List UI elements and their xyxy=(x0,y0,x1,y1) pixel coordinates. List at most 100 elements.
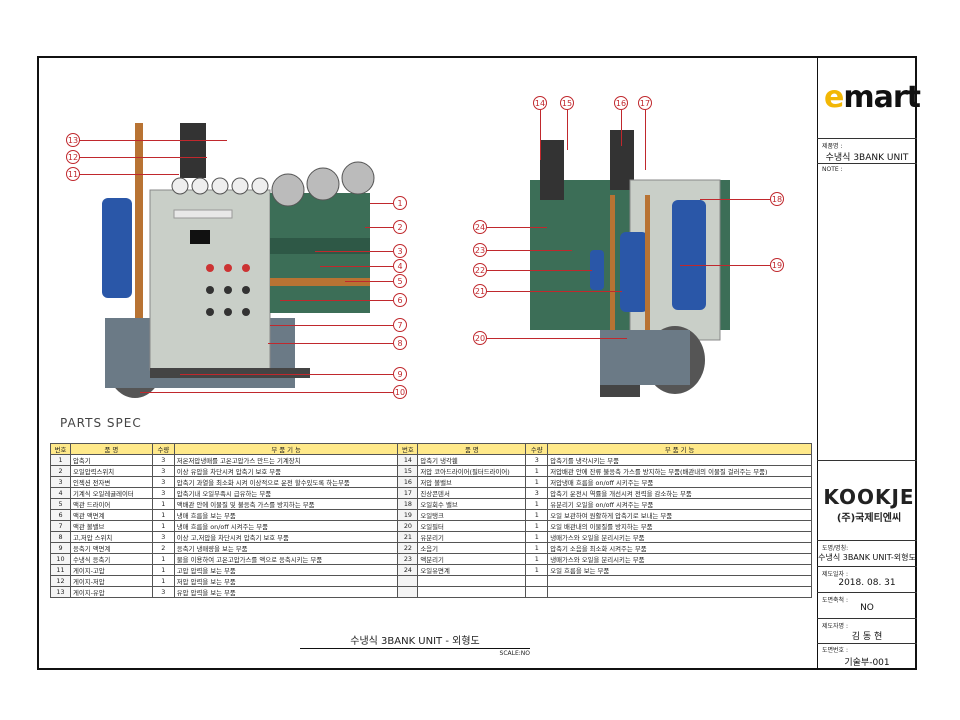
part-qty: 3 xyxy=(151,586,175,598)
part-function: 저온저압냉매를 고온고압가스 만드는 기계장치 xyxy=(173,454,399,466)
drawing-name-label: 도명/명칭: xyxy=(822,545,849,552)
leader-line xyxy=(268,343,393,344)
leader-line xyxy=(345,281,393,282)
leader-line xyxy=(280,300,393,301)
drawing-scale-caption: SCALE:NO xyxy=(499,650,530,657)
part-function: 압축기내 오일부족시 급유하는 부품 xyxy=(173,487,399,499)
part-function: 압축기 운전시 역률을 개선시켜 전력을 감소하는 부품 xyxy=(547,487,812,499)
part-qty: 1 xyxy=(151,553,175,565)
part-no: 6 xyxy=(50,509,71,521)
part-function: 물을 이용하여 고온고압가스를 액으로 응축시키는 부품 xyxy=(173,553,399,565)
table-row: 6 액관 액면계 1 냉매 흐름을 보는 부품 19 오일탱크 1 오일 보관하여 원활하게 … xyxy=(50,509,812,521)
part-function: 유압 압력을 보는 부품 xyxy=(173,586,399,598)
callout-17: 17 xyxy=(638,96,652,110)
part-no: 16 xyxy=(397,476,419,488)
product-name-label: 제품명 : xyxy=(822,143,843,150)
header-qty: 수량 xyxy=(151,443,175,455)
table-row: 8 고,저압 스위치 3 이상 고,저압을 차단시켜 압축기 보호 부품 21 유분리기 1… xyxy=(50,531,812,543)
table-row: 1 압축기 3 저온저압냉매를 고온고압가스 만드는 기계장치 14 압축기 냉각휀 3 압축… xyxy=(50,454,812,466)
part-function: 이상 고,저압을 차단시켜 압축기 보호 부품 xyxy=(173,531,399,543)
table-header-row: 번호 품 명 수량 부 품 기 능 번호 품 명 수량 부 품 기 능 xyxy=(50,443,812,455)
leader-line xyxy=(79,140,227,141)
part-name: 오일탱크 xyxy=(417,509,527,521)
part-function: 응축기 냉매량을 보는 부품 xyxy=(173,542,399,554)
part-name: 압축기 냉각휀 xyxy=(417,454,527,466)
drawing-caption: 수냉식 3BANK UNIT - 외형도 xyxy=(300,632,530,649)
leader-line xyxy=(700,199,770,200)
leader-line xyxy=(487,270,592,271)
leader-line xyxy=(680,265,770,266)
drawing-date: 2018. 08. 31 xyxy=(838,578,896,588)
header-no: 번호 xyxy=(397,443,419,455)
part-name: 기계식 오일레귤레이터 xyxy=(69,487,153,499)
part-name: 액분리기 xyxy=(417,553,527,565)
leader-line xyxy=(79,174,179,175)
part-name: 수냉식 응축기 xyxy=(69,553,153,565)
callout-22: 22 xyxy=(473,263,487,277)
part-function: 오일 흐름을 보는 부품 xyxy=(547,564,812,576)
part-qty: 3 xyxy=(151,531,175,543)
part-qty: 1 xyxy=(525,520,549,532)
part-name: 진상콘덴서 xyxy=(417,487,527,499)
callout-1: 1 xyxy=(393,196,407,210)
kookje-logo: KOOKJE (주)국제티엔씨 xyxy=(823,485,915,524)
part-qty: 3 xyxy=(151,465,175,477)
leader-line xyxy=(315,251,393,252)
callout-4: 4 xyxy=(393,259,407,273)
drawing-number: 기술부-001 xyxy=(844,658,890,668)
part-no: 22 xyxy=(397,542,419,554)
parts-spec-title: PARTS SPEC xyxy=(60,416,142,430)
part-qty: 3 xyxy=(525,454,549,466)
table-row: 4 기계식 오일레귤레이터 3 압축기내 오일부족시 급유하는 부품 17 진상콘덴서 3 압… xyxy=(50,487,812,499)
leader-line xyxy=(370,203,393,204)
leader-line xyxy=(487,291,622,292)
part-qty: 1 xyxy=(525,465,549,477)
table-row: 10 수냉식 응축기 1 물을 이용하여 고온고압가스를 액으로 응축시키는 부품 23… xyxy=(50,553,812,565)
table-row: 3 인젝션 전자변 3 압축기 과열을 최소화 시켜 이상적으로 운전 할수있도록 하… xyxy=(50,476,812,488)
part-name: 저압 코아드라이어(필터드라이어) xyxy=(417,465,527,477)
part-name: 액관 드라이어 xyxy=(69,498,153,510)
drawing-caption-block: 수냉식 3BANK UNIT - 외형도 SCALE:NO xyxy=(300,632,530,657)
part-name xyxy=(417,575,527,587)
part-qty: 1 xyxy=(525,509,549,521)
callout-18: 18 xyxy=(770,192,784,206)
part-qty: 1 xyxy=(525,553,549,565)
part-qty: 1 xyxy=(151,575,175,587)
header-function: 부 품 기 능 xyxy=(547,443,812,455)
part-name: 응축기 액면계 xyxy=(69,542,153,554)
drawing-no-label: 도면번호 : xyxy=(822,647,849,654)
table-row: 9 응축기 액면계 2 응축기 냉매량을 보는 부품 22 소음기 1 압축기 소음을 최소화… xyxy=(50,542,812,554)
callout-12: 12 xyxy=(66,150,80,164)
part-function: 냉매 흐름을 보는 부품 xyxy=(173,509,399,521)
part-function: 액배관 안에 이물질 및 불응축 가스를 방지하는 부품 xyxy=(173,498,399,510)
part-name: 오일필터 xyxy=(417,520,527,532)
part-function: 저압 압력을 보는 부품 xyxy=(173,575,399,587)
part-qty: 1 xyxy=(525,531,549,543)
leader-line xyxy=(365,227,393,228)
part-no: 19 xyxy=(397,509,419,521)
callout-5: 5 xyxy=(393,274,407,288)
part-name: 액관 볼밸브 xyxy=(69,520,153,532)
title-block-divider xyxy=(817,460,917,461)
table-row: 13 게이지-유압 3 유압 압력을 보는 부품 xyxy=(50,586,812,598)
part-no: 11 xyxy=(50,564,71,576)
table-row: 2 오일압력스위치 3 이상 유압을 차단시켜 압축기 보호 부품 15 저압 코아드라이… xyxy=(50,465,812,477)
part-function: 고압 압력을 보는 부품 xyxy=(173,564,399,576)
note-label: NOTE : xyxy=(822,166,843,173)
part-qty: 1 xyxy=(525,564,549,576)
callout-8: 8 xyxy=(393,336,407,350)
callout-9: 9 xyxy=(393,367,407,381)
date-label: 제도일자 : xyxy=(822,571,849,578)
part-no: 1 xyxy=(50,454,71,466)
part-qty: 1 xyxy=(151,564,175,576)
header-name: 품 명 xyxy=(69,443,153,455)
part-function: 저압냉매 흐름을 on/off 시키주는 부품 xyxy=(547,476,812,488)
part-no: 10 xyxy=(50,553,71,565)
part-qty: 1 xyxy=(151,498,175,510)
part-no: 8 xyxy=(50,531,71,543)
callout-11: 11 xyxy=(66,167,80,181)
table-row: 5 액관 드라이어 1 액배관 안에 이물질 및 불응축 가스를 방지하는 부품 18 오… xyxy=(50,498,812,510)
part-name: 게이지-저압 xyxy=(69,575,153,587)
callout-7: 7 xyxy=(393,318,407,332)
leader-line xyxy=(180,374,393,375)
